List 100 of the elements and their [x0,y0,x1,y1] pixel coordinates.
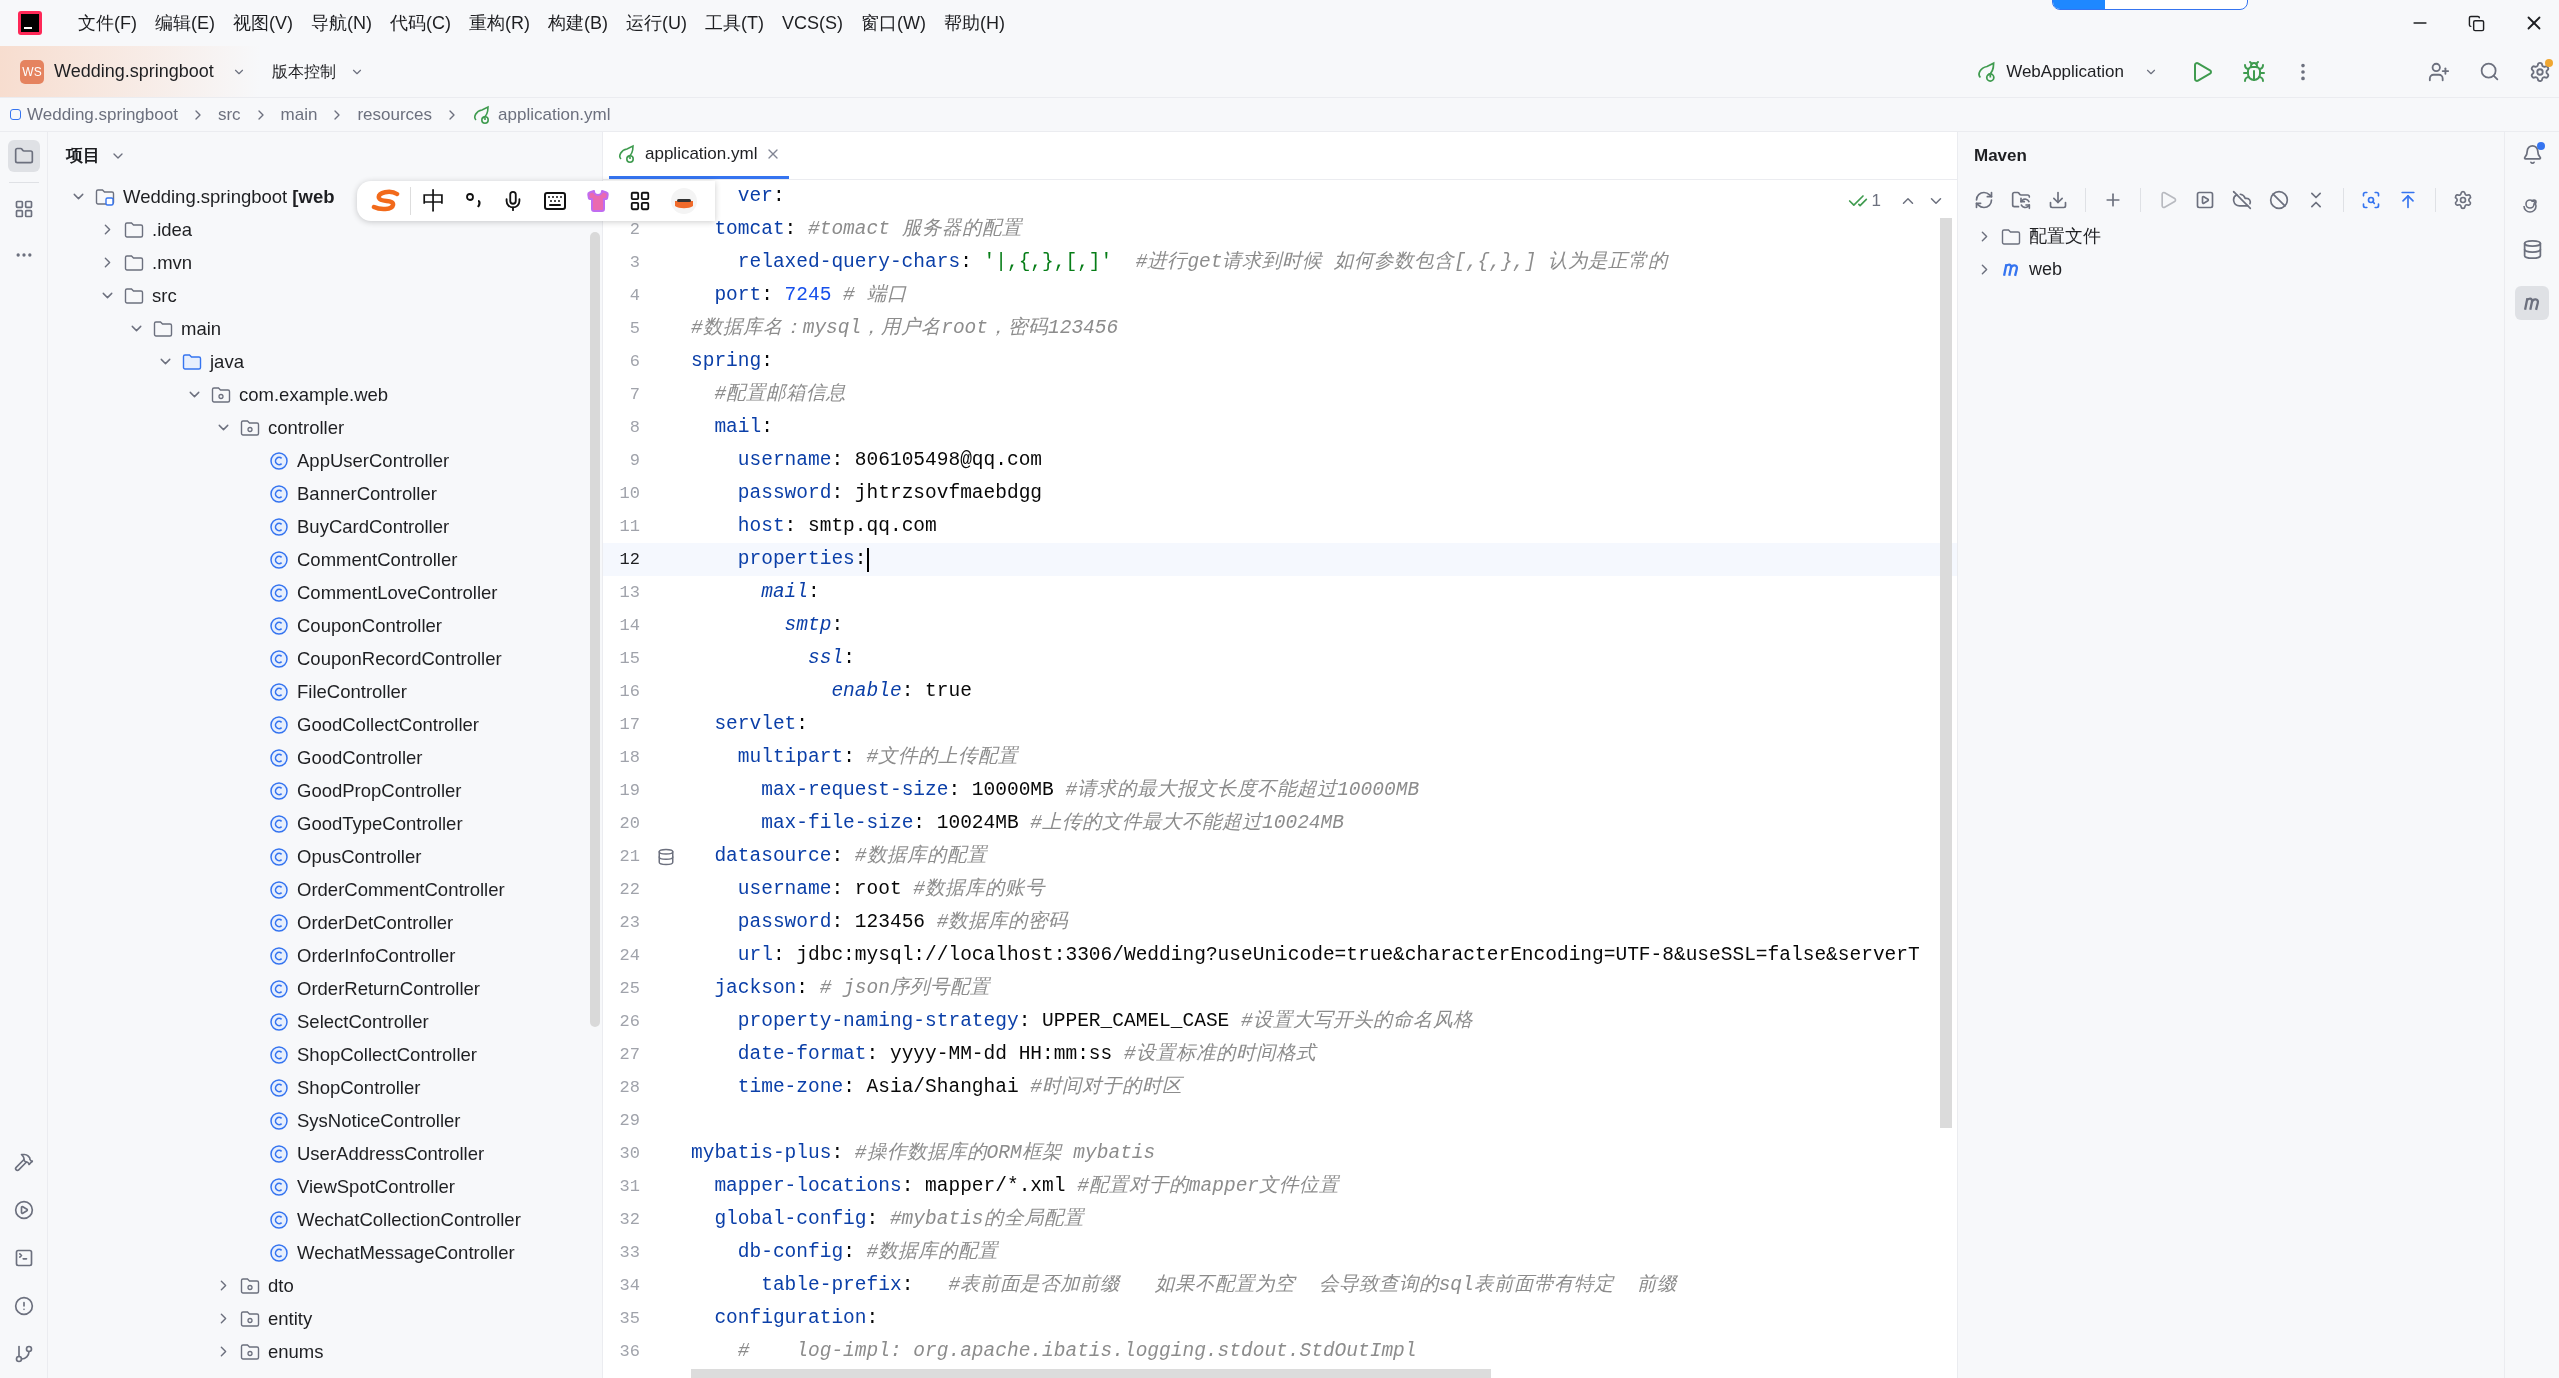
menu-item[interactable]: 编辑(E) [146,9,224,37]
breadcrumb-item[interactable]: main [280,101,318,128]
tree-item[interactable]: OrderInfoController [297,941,456,970]
scrollbar[interactable] [1940,218,1952,1128]
download-icon[interactable] [2048,190,2068,210]
tree-item[interactable]: SysNoticeController [297,1106,461,1135]
menu-item[interactable]: 导航(N) [302,9,381,37]
bug-icon[interactable] [2242,59,2266,84]
tree-item[interactable]: WechatMessageController [297,1238,515,1267]
tree-item[interactable]: BannerController [297,479,437,508]
scrollbar[interactable] [691,1369,1491,1378]
tree-item[interactable]: ViewSpotController [297,1172,456,1201]
panel-title[interactable]: 项目 [66,143,100,169]
database-icon[interactable] [2521,239,2543,260]
settings-icon[interactable] [2453,190,2473,210]
ime-logo-icon[interactable] [371,189,401,213]
tree-item[interactable]: OrderReturnController [297,974,480,1003]
input-mode[interactable]: 中 [422,183,446,219]
code-line: enable: true [831,678,972,704]
services-icon[interactable] [13,1200,34,1220]
menu-item[interactable]: 工具(T) [696,9,773,37]
align-top-icon[interactable] [2398,190,2418,210]
terminal-icon[interactable] [13,1248,34,1268]
breadcrumb-item[interactable]: Wedding.springboot [27,101,178,128]
class-icon [269,1044,289,1065]
tree-item[interactable]: UserAddressController [297,1139,485,1168]
tree-item[interactable]: GoodPropController [297,776,462,805]
breadcrumb-item[interactable]: resources [357,101,433,128]
tree-item[interactable]: CouponRecordController [297,644,502,673]
line-number: 12 [619,548,640,571]
breadcrumb-item[interactable]: src [217,101,241,128]
app-logo-icon[interactable] [17,10,43,36]
package-icon [211,385,231,404]
menu-item[interactable]: VCS(S) [772,9,852,37]
search-icon[interactable] [2479,61,2500,82]
notifications-icon[interactable] [2521,144,2543,165]
module-icon [10,109,21,120]
tree-item[interactable]: .idea [152,215,193,244]
structure-icon[interactable] [13,199,34,219]
tree-item[interactable]: OpusController [297,842,422,871]
analyze-icon[interactable] [2361,190,2381,210]
tree-item[interactable]: com.example.web [239,380,389,409]
menu-item[interactable]: 重构(R) [460,9,539,37]
mascot-icon[interactable] [670,187,698,215]
tree-item[interactable]: enums [268,1337,324,1366]
menu-item[interactable]: 文件(F) [69,9,146,37]
tree-item[interactable]: FileController [297,677,407,706]
problems-icon[interactable] [13,1296,34,1316]
tree-item[interactable]: CouponController [297,611,442,640]
tree-item[interactable]: controller [268,413,345,442]
menu-item[interactable]: 构建(B) [539,9,617,37]
menu-item[interactable]: 帮助(H) [934,9,1014,37]
tree-item[interactable]: GoodCollectController [297,710,479,739]
tree-item[interactable]: SelectController [297,1007,429,1036]
skip-tests-icon[interactable] [2269,190,2289,210]
line-number: 9 [629,449,640,472]
shirt-icon[interactable] [586,189,610,213]
menu-item[interactable]: 运行(U) [617,9,696,37]
reload-icon[interactable] [1974,190,1994,210]
tree-item[interactable]: java [210,347,244,376]
breadcrumb-item[interactable]: application.yml [498,101,611,128]
project-tool-button[interactable] [7,140,40,172]
tree-item[interactable]: ShopController [297,1073,421,1102]
tree-item[interactable]: entity [268,1304,313,1333]
tree-item[interactable]: src [152,281,177,310]
run-config-icon[interactable] [2195,190,2215,210]
database-icon[interactable] [656,847,675,866]
line-number: 23 [619,911,640,934]
tree-item[interactable]: web [2029,256,2063,283]
tree-item[interactable]: .mvn [152,248,193,277]
tree-item[interactable]: ShopCollectController [297,1040,477,1069]
maven-tool-button[interactable] [2515,286,2549,320]
menu-item[interactable]: 窗口(W) [852,9,935,37]
tree-item[interactable]: GoodTypeController [297,809,463,838]
tree-item[interactable]: GoodController [297,743,423,772]
git-icon[interactable] [13,1344,34,1364]
tree-item[interactable]: Wedding.springboot [web [123,182,335,211]
menu-item[interactable]: 代码(C) [381,9,460,37]
tree-item[interactable]: BuyCardController [297,512,450,541]
offline-icon[interactable] [2232,190,2252,210]
tree-item[interactable]: OrderCommentController [297,875,505,904]
restore-icon[interactable] [2468,14,2485,32]
tree-item[interactable]: CommentLoveController [297,578,498,607]
run-config-selector[interactable]: WebApplication [1976,58,2158,85]
tree-item[interactable]: AppUserController [297,446,450,475]
build-icon[interactable] [13,1152,34,1172]
scrollbar[interactable] [590,232,600,1027]
tree-item[interactable]: OrderDetController [297,908,454,937]
tree-item[interactable]: WechatCollectionController [297,1205,521,1234]
vcs-menu[interactable]: 版本控制 [271,59,364,84]
keyboard-icon[interactable] [543,189,567,213]
tree-item[interactable]: dto [268,1271,294,1300]
tree-item[interactable]: 配置文件 [2029,223,2101,250]
add-user-icon[interactable] [2428,60,2450,83]
folder-sync-icon[interactable] [2011,190,2031,210]
settings-icon[interactable] [2529,60,2551,83]
tree-item[interactable]: CommentController [297,545,458,574]
menu-item[interactable]: 视图(V) [224,9,302,37]
grid-icon[interactable] [629,190,651,212]
tree-item[interactable]: main [181,314,222,343]
